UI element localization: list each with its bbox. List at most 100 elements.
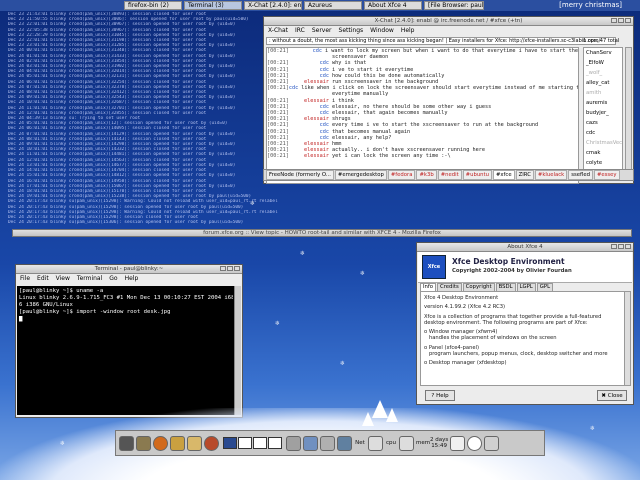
menu-help[interactable]: Help (125, 275, 139, 282)
mail-icon[interactable] (170, 435, 185, 451)
maximize-icon[interactable] (618, 244, 624, 249)
about-line: version 4.1.99.2 (Xfce 4.2 RC3) (424, 304, 506, 311)
about-line: handles the placement of windows on the … (424, 335, 557, 342)
task-azureus[interactable]: Azureus (304, 1, 362, 10)
close-icon[interactable] (234, 266, 240, 271)
minimize-icon[interactable] (611, 18, 617, 23)
about-line: o Desktop manager (xfdesktop) (424, 360, 507, 367)
menu-file[interactable]: File (20, 275, 30, 282)
user-list-item[interactable]: _ElfoW (586, 58, 622, 68)
user-list[interactable]: ChanServ _ElfoW _wolf_ alley_cat amith auremi… (583, 47, 623, 175)
clock-text[interactable]: 15:49 (430, 443, 448, 449)
menu-go[interactable]: Go (109, 275, 117, 282)
mem-label: mem (416, 440, 431, 446)
about-titlebar[interactable]: About Xfce 4 (417, 243, 633, 252)
user-list-item[interactable]: ChanServ (586, 48, 622, 58)
menu-server[interactable]: Server (312, 27, 332, 34)
channel-tab[interactable]: #nedit (437, 170, 462, 180)
menu-help[interactable]: Help (401, 27, 415, 34)
chat-nick[interactable]: elessair (289, 153, 332, 159)
terminal-line: 6 i386 GNU/Linux (19, 302, 73, 308)
task-about-xfce[interactable]: About Xfce 4 (364, 1, 422, 10)
trash-icon[interactable] (450, 435, 466, 451)
channel-tab[interactable]: #ubuntu (462, 170, 492, 180)
firefox-icon[interactable] (153, 435, 168, 451)
channel-tab[interactable]: #essey (593, 170, 620, 180)
media-player-icon[interactable] (204, 435, 219, 451)
user-list-item[interactable]: alley_cat (586, 78, 622, 88)
settings-icon[interactable] (303, 435, 318, 451)
task-firefox[interactable]: firefox-bin (2) (124, 1, 182, 10)
user-list-item[interactable]: colyte (586, 158, 622, 168)
logout-icon[interactable] (484, 435, 500, 451)
terminal-line: [paul@blinky ~]$ import -window root des… (19, 309, 171, 315)
bottom-panel: Net cpu mem 2 days 15:49 (115, 430, 545, 456)
about-info-text: Xfce 4 Desktop Environment version 4.1.9… (420, 291, 625, 386)
channel-tab[interactable]: #fedora (387, 170, 416, 180)
channel-tab[interactable]: #xfce (492, 170, 515, 180)
xchat-window: X-Chat [2.4.0]: enabl @ irc.freenode.net… (263, 16, 634, 184)
cpu-label: cpu (385, 440, 396, 446)
menu-terminal[interactable]: Terminal (77, 275, 102, 282)
user-list-scrollbar[interactable] (625, 47, 632, 175)
root-tail-log: Dec 23 21:43:01 blinky crond(pam_unix)[3… (8, 12, 278, 225)
close-button[interactable]: ✖ Close (597, 390, 627, 401)
channel-tab[interactable]: ZIRC (515, 170, 534, 180)
minimize-icon[interactable] (611, 244, 617, 249)
terminal-window: Terminal - paul@blinky:~ File Edit View … (15, 264, 243, 418)
maximize-icon[interactable] (618, 18, 624, 23)
about-title: About Xfce 4 (507, 244, 543, 250)
menu-edit[interactable]: Edit (37, 275, 49, 282)
terminal-scrollbar[interactable] (234, 286, 241, 415)
minimize-icon[interactable] (220, 266, 226, 271)
close-icon[interactable] (625, 18, 631, 23)
about-scrollbar[interactable] (624, 291, 631, 386)
terminal-output[interactable]: [paul@blinky ~]$ uname -a Linux blinky 2… (17, 286, 235, 415)
menu-settings[interactable]: Settings (339, 27, 364, 34)
workspace-4[interactable] (268, 437, 282, 449)
user-list-item[interactable]: cmak (586, 148, 622, 158)
channel-tab[interactable]: ssefled (568, 170, 593, 180)
user-list-item[interactable]: _wolf_ (586, 68, 622, 78)
task-xchat[interactable]: X-Chat [2.4.0]: enab (244, 1, 302, 10)
user-list-item[interactable]: cazs (586, 118, 622, 128)
xchat-titlebar[interactable]: X-Chat [2.4.0]: enabl @ irc.freenode.net… (264, 17, 633, 26)
snowflake-icon: ❄ (60, 440, 66, 447)
firefox-title: forum.xfce.org :: View topic - HOWTO roo… (203, 230, 441, 236)
xchat-launcher-icon[interactable] (187, 435, 202, 451)
channel-tab[interactable]: #emergedesktop (334, 170, 387, 180)
maximize-icon[interactable] (227, 266, 233, 271)
task-file-browser[interactable]: [File Browser: paul] (424, 1, 484, 10)
help-icon: ? (431, 393, 435, 399)
channel-tab[interactable]: #kluelack (534, 170, 568, 180)
network-monitor-icon[interactable] (337, 435, 352, 451)
user-list-item[interactable]: amith (586, 88, 622, 98)
chat-log[interactable]: [00:21] cdc i want to lock my screen but w… (266, 47, 579, 175)
xchat-menubar: X-Chat IRC Server Settings Window Help (264, 26, 633, 35)
user-list-item[interactable]: budyjer_ (586, 108, 622, 118)
terminal-titlebar[interactable]: Terminal - paul@blinky:~ (16, 265, 242, 274)
help-button-label: Help (436, 393, 449, 399)
file-manager-icon[interactable] (136, 435, 151, 451)
chat-line: [00:21] elessair yet i can lock the screen… (267, 153, 578, 159)
workspace-2[interactable] (238, 437, 252, 449)
task-terminal[interactable]: Terminal (3) (184, 1, 242, 10)
menu-window[interactable]: Window (370, 27, 394, 34)
channel-tab[interactable]: FreeNode (formerly O... (266, 170, 334, 180)
user-list-item[interactable]: auremis (586, 98, 622, 108)
menu-xchat[interactable]: X-Chat (268, 27, 288, 34)
close-icon[interactable] (625, 244, 631, 249)
text-editor-icon[interactable] (286, 435, 301, 451)
menu-view[interactable]: View (56, 275, 70, 282)
channel-tab[interactable]: #k3b (416, 170, 437, 180)
firefox-window-titlebar[interactable]: forum.xfce.org :: View topic - HOWTO roo… (12, 229, 632, 237)
workspace-1[interactable] (223, 437, 237, 449)
terminal-launcher-icon[interactable] (119, 435, 134, 451)
user-list-item[interactable]: cdc (586, 128, 622, 138)
workspace-3[interactable] (253, 437, 267, 449)
user-list-item[interactable]: ChristmasVecci (586, 138, 622, 148)
help-button[interactable]: ? Help (425, 390, 455, 401)
topic-field[interactable]: : without a doubt, the most ass kicking … (266, 37, 616, 45)
menu-irc[interactable]: IRC (295, 27, 305, 34)
printer-icon[interactable] (320, 435, 335, 451)
